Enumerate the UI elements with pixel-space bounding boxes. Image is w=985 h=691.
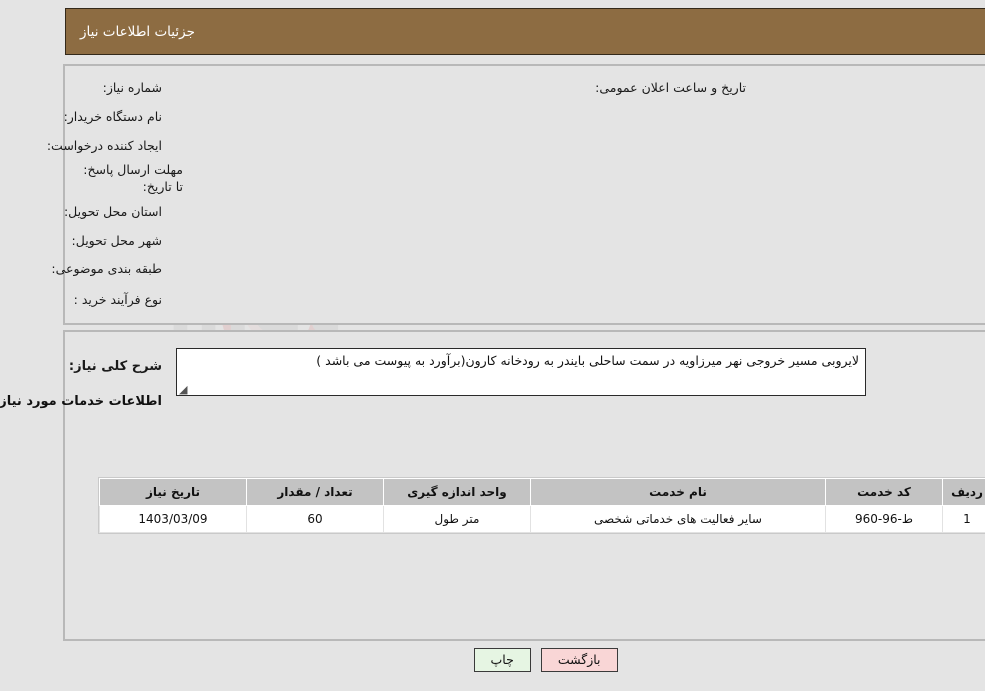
creator-label: ایجاد کننده درخواست: (0, 138, 109, 155)
col-service-code: کد خدمت (773, 479, 890, 506)
page-header: جزئیات اطلاعات نیاز (12, 8, 973, 55)
description-textarea[interactable]: لایروبی مسیر خروجی نهر میرزاویه در سمت س… (123, 348, 813, 396)
col-unit: واحد اندازه گیری (331, 479, 478, 506)
creator-row: ایجاد کننده درخواست: (0, 138, 109, 155)
buyer-org-label: نام دستگاه خریدار: (11, 109, 109, 126)
table-header-row: ردیف کد خدمت نام خدمت واحد اندازه گیری ت… (47, 479, 939, 506)
col-service-name: نام خدمت (478, 479, 773, 506)
description-value: لایروبی مسیر خروجی نهر میرزاویه در سمت س… (263, 353, 806, 368)
need-info-panel (10, 64, 975, 325)
description-label: شرح کلی نیاز: (16, 358, 109, 376)
deadline-label: مهلت ارسال پاسخ: تا تاریخ: (20, 162, 130, 196)
city-row: شهر محل تحویل: (19, 233, 109, 250)
cell-service-code: ط-96-960 (773, 506, 890, 533)
col-row-no: ردیف (890, 479, 939, 506)
buyer-org-row: نام دستگاه خریدار: (11, 109, 109, 126)
col-need-date: تاریخ نیاز (47, 479, 194, 506)
col-quantity: تعداد / مقدار (194, 479, 331, 506)
announce-date-label: تاریخ و ساعت اعلان عمومی: (542, 80, 693, 97)
print-button[interactable]: چاپ (421, 648, 478, 672)
process-label: نوع فرآیند خرید : (21, 292, 109, 309)
process-row: نوع فرآیند خرید : (21, 292, 109, 309)
resize-grip-icon[interactable]: ◣ (126, 382, 138, 394)
cell-unit: متر طول (331, 506, 478, 533)
cell-service-name: سایر فعالیت های خدماتی شخصی (478, 506, 773, 533)
need-number-row: شماره نیاز: (50, 80, 109, 97)
classification-label: طبقه بندی موضوعی: (0, 261, 109, 278)
cell-need-date: 1403/03/09 (47, 506, 194, 533)
services-table: ردیف کد خدمت نام خدمت واحد اندازه گیری ت… (45, 477, 940, 534)
action-buttons: بازگشت چاپ (0, 648, 985, 672)
province-label: استان محل تحویل: (11, 204, 109, 221)
back-button[interactable]: بازگشت (488, 648, 565, 672)
announce-label-row: تاریخ و ساعت اعلان عمومی: (542, 80, 693, 97)
cell-row-no: 1 (890, 506, 939, 533)
table-row: 1 ط-96-960 سایر فعالیت های خدماتی شخصی م… (47, 506, 939, 533)
page-title: جزئیات اطلاعات نیاز (13, 24, 142, 40)
cell-quantity: 60 (194, 506, 331, 533)
province-row: استان محل تحویل: (11, 204, 109, 221)
city-label: شهر محل تحویل: (19, 233, 109, 250)
services-section-heading: اطلاعات خدمات مورد نیاز (0, 394, 109, 409)
need-number-label: شماره نیاز: (50, 80, 109, 97)
classification-row: طبقه بندی موضوعی: (0, 261, 109, 278)
